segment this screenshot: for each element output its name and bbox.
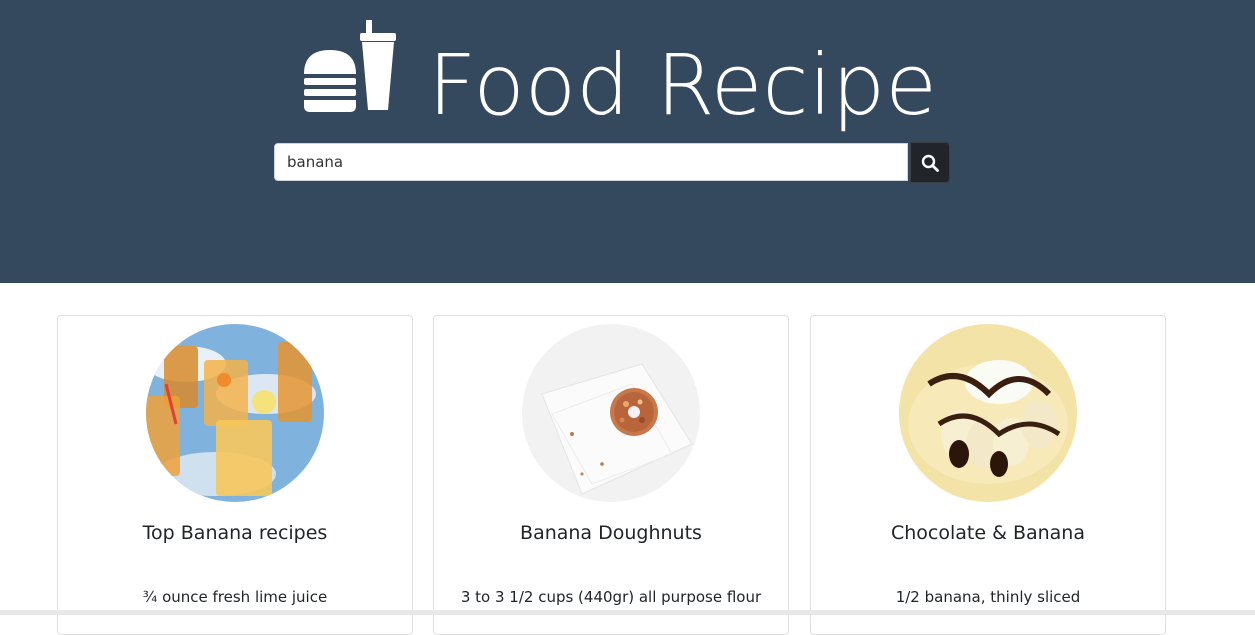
site-title: Food Recipe xyxy=(428,36,937,134)
recipe-image-doughnut[interactable] xyxy=(522,324,700,502)
search-icon xyxy=(921,154,939,172)
recipe-image-chocolate-banana[interactable] xyxy=(899,324,1077,502)
recipe-card[interactable]: Chocolate & Banana 1/2 banana, thinly sl… xyxy=(810,315,1166,635)
recipe-ingredient: ¾ ounce fresh lime juice xyxy=(142,588,328,606)
recipe-title[interactable]: Top Banana recipes xyxy=(58,522,412,544)
recipe-image-iced-drinks[interactable] xyxy=(146,324,324,502)
search-button[interactable] xyxy=(910,142,950,183)
recipe-title[interactable]: Banana Doughnuts xyxy=(434,522,788,544)
recipe-ingredient: 1/2 banana, thinly sliced xyxy=(895,588,1081,606)
search-input[interactable] xyxy=(274,143,908,181)
recipe-card[interactable]: Top Banana recipes ¾ ounce fresh lime ju… xyxy=(57,315,413,635)
burger-drink-icon xyxy=(304,20,396,112)
header-hero: Food Recipe xyxy=(0,0,1255,283)
recipe-ingredient: 3 to 3 1/2 cups (440gr) all purpose flou… xyxy=(460,588,762,606)
recipe-card[interactable]: Banana Doughnuts 3 to 3 1/2 cups (440gr)… xyxy=(433,315,789,635)
horizontal-scrollbar[interactable] xyxy=(0,610,1255,615)
recipe-title[interactable]: Chocolate & Banana xyxy=(811,522,1165,544)
